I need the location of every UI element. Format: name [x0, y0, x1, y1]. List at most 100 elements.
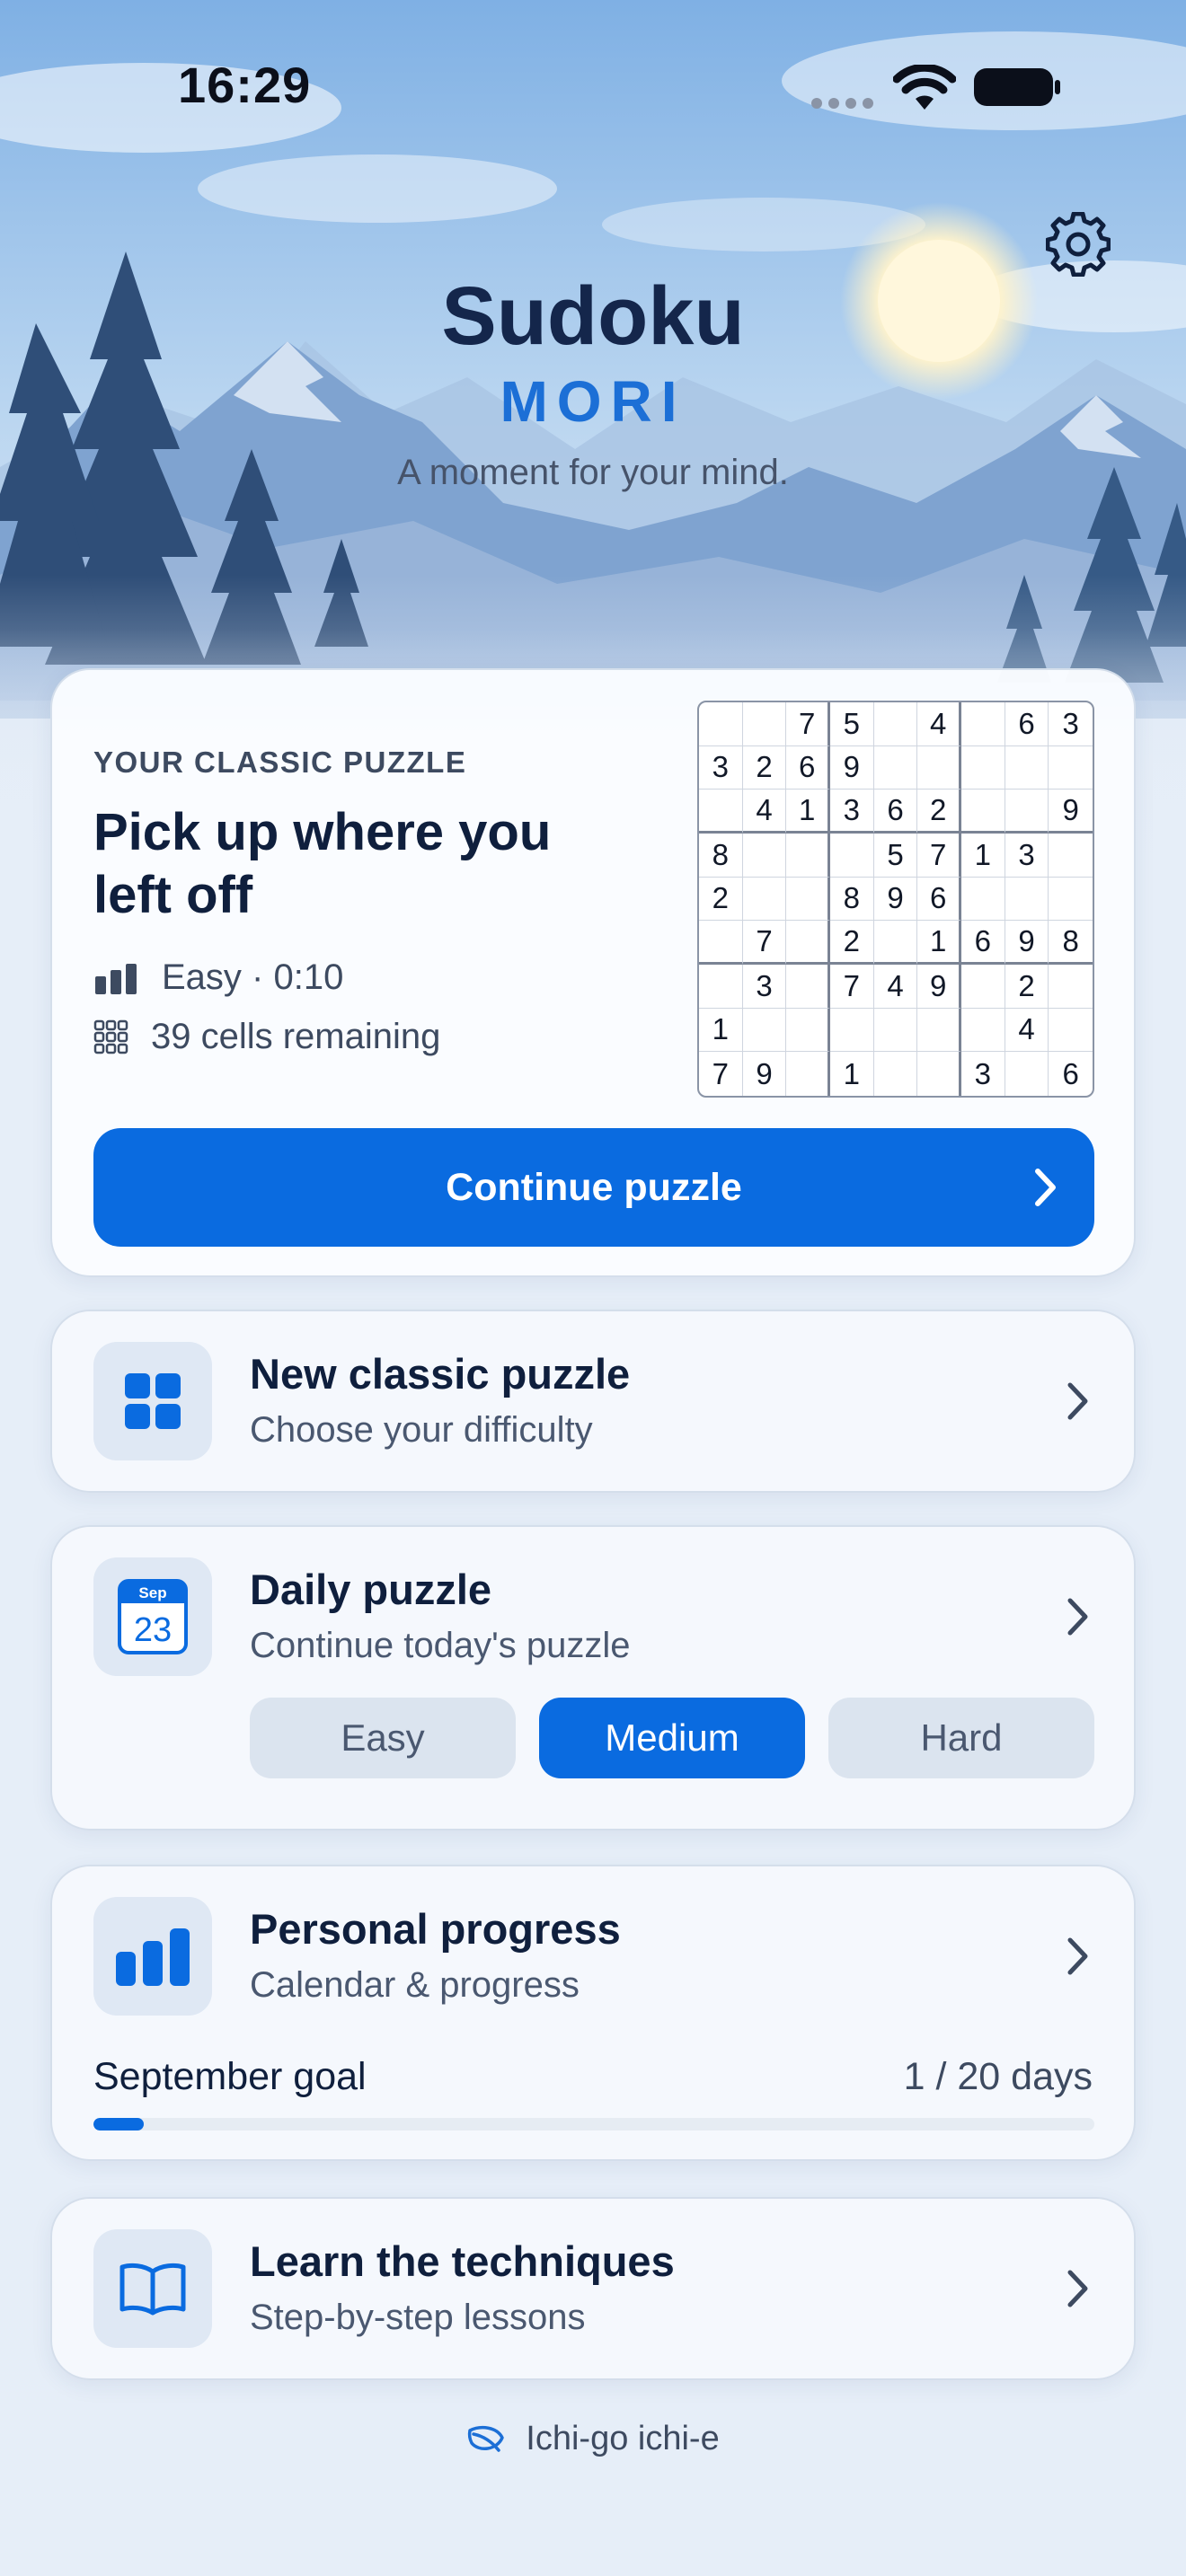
difficulty-time-row: Easy · 0:10: [93, 957, 343, 998]
card-eyebrow: YOUR CLASSIC PUZZLE: [93, 745, 467, 779]
daily-puzzle-title: Daily puzzle: [250, 1566, 492, 1613]
new-puzzle-subtitle: Choose your difficulty: [250, 1410, 593, 1450]
footer: Ichi-go ichi-e: [0, 2420, 1186, 2458]
app-subtitle: MORI: [500, 369, 686, 434]
calendar-icon: Sep 23: [118, 1579, 188, 1654]
calendar-day: 23: [134, 1611, 172, 1649]
sudoku-cell: [961, 1008, 1005, 1053]
sudoku-cell: [961, 965, 1005, 1009]
learn-subtitle: Step-by-step lessons: [250, 2298, 586, 2337]
sudoku-cell: 3: [742, 965, 787, 1009]
new-puzzle-icon-tile: [93, 1342, 212, 1460]
sudoku-cell: [699, 921, 743, 965]
gear-icon[interactable]: [1046, 212, 1111, 277]
sudoku-cell: 2: [699, 877, 743, 922]
sudoku-cell: 5: [830, 702, 874, 746]
sudoku-cell: 9: [1049, 790, 1093, 834]
chevron-right-icon: [1067, 1598, 1088, 1636]
sudoku-cell: [786, 965, 830, 1009]
sudoku-cell: [873, 702, 918, 746]
sudoku-cell: 7: [699, 1052, 743, 1096]
sudoku-cell: [830, 1008, 874, 1053]
sudoku-cell: 4: [742, 790, 787, 834]
sudoku-cell: [917, 745, 961, 790]
sudoku-cell: [1049, 878, 1093, 922]
sudoku-cell: [1005, 1052, 1049, 1096]
sudoku-cell: [699, 965, 743, 1009]
difficulty-easy-button[interactable]: Easy: [250, 1698, 516, 1778]
personal-progress-card[interactable]: Personal progress Calendar & progress Se…: [50, 1865, 1136, 2161]
sudoku-cell: [1005, 745, 1049, 790]
cellular-dots-icon: [811, 98, 873, 109]
difficulty-hard-button[interactable]: Hard: [828, 1698, 1094, 1778]
new-puzzle-title: New classic puzzle: [250, 1350, 631, 1398]
progress-title: Personal progress: [250, 1905, 621, 1953]
sudoku-cell: [961, 790, 1005, 834]
daily-icon-tile: Sep 23: [93, 1557, 212, 1676]
sudoku-cell: 7: [742, 921, 787, 965]
sudoku-cell: 9: [917, 965, 961, 1009]
sudoku-cell: 9: [873, 877, 918, 922]
continue-puzzle-button[interactable]: Continue puzzle: [93, 1128, 1094, 1247]
sudoku-cell: 1: [917, 921, 961, 965]
chevron-right-icon: [1067, 2270, 1088, 2307]
calendar-month: Sep: [138, 1584, 166, 1601]
sudoku-cell: 6: [917, 877, 961, 922]
sudoku-cell: [786, 1008, 830, 1053]
sudoku-cell: [1049, 746, 1093, 790]
sudoku-cell: [1049, 1009, 1093, 1053]
sudoku-cell: 7: [917, 834, 961, 878]
footer-text: Ichi-go ichi-e: [526, 2420, 720, 2457]
cells-remaining: 39 cells remaining: [151, 1017, 441, 1056]
sudoku-cell: [742, 834, 787, 878]
sudoku-cell: [961, 702, 1005, 746]
continue-puzzle-label: Continue puzzle: [446, 1165, 742, 1209]
sudoku-cell: [742, 1008, 787, 1053]
sudoku-cell: [873, 745, 918, 790]
goal-progress-bar: [93, 2118, 1094, 2130]
bar-chart-icon: [116, 1928, 190, 1986]
app-title: Sudoku: [441, 270, 745, 362]
sudoku-cell: 6: [961, 921, 1005, 965]
sudoku-cell: 2: [917, 790, 961, 834]
signal-bars-icon: [95, 963, 137, 994]
cells-remaining-row: 39 cells remaining: [93, 1017, 440, 1057]
classic-puzzle-card[interactable]: YOUR CLASSIC PUZZLE Pick up where you le…: [50, 668, 1136, 1277]
sudoku-cell: 3: [699, 745, 743, 790]
leaf-icon: [468, 2425, 505, 2452]
sudoku-cell: 4: [873, 965, 918, 1009]
learn-icon-tile: [93, 2229, 212, 2348]
new-puzzle-row[interactable]: New classic puzzle Choose your difficult…: [50, 1310, 1136, 1493]
sudoku-cell: 5: [873, 834, 918, 878]
sudoku-cell: 3: [830, 790, 874, 834]
sudoku-cell: 6: [873, 790, 918, 834]
grid-dots-icon: [93, 1019, 128, 1054]
wifi-icon: [893, 65, 956, 110]
sudoku-cell: 7: [830, 965, 874, 1009]
difficulty-time: Easy · 0:10: [162, 957, 344, 997]
sudoku-cell: [873, 1008, 918, 1053]
sudoku-cell: 6: [1005, 702, 1049, 746]
sudoku-cell: [830, 834, 874, 878]
sudoku-cell: 3: [1049, 702, 1093, 746]
daily-puzzle-card[interactable]: Sep 23 Daily puzzle Continue today's puz…: [50, 1525, 1136, 1831]
sudoku-cell: [699, 702, 743, 746]
sudoku-cell: [786, 1052, 830, 1096]
chevron-right-icon: [1035, 1169, 1056, 1206]
sudoku-cell: 8: [699, 834, 743, 878]
learn-techniques-row[interactable]: Learn the techniques Step-by-step lesson…: [50, 2197, 1136, 2380]
sudoku-cell: [742, 877, 787, 922]
sudoku-cell: [873, 921, 918, 965]
sudoku-cell: [1005, 790, 1049, 834]
daily-puzzle-subtitle: Continue today's puzzle: [250, 1626, 631, 1665]
sudoku-cell: 1: [699, 1008, 743, 1053]
sudoku-cell: [1049, 834, 1093, 878]
sudoku-cell: 6: [1062, 1056, 1079, 1090]
sudoku-cell: [961, 745, 1005, 790]
difficulty-medium-button[interactable]: Medium: [539, 1698, 805, 1778]
sudoku-cell: [786, 834, 830, 878]
battery-icon: [974, 68, 1060, 106]
sudoku-cell: 2: [830, 921, 874, 965]
chevron-right-icon: [1067, 1382, 1088, 1420]
sudoku-cell: 1: [830, 1052, 874, 1096]
